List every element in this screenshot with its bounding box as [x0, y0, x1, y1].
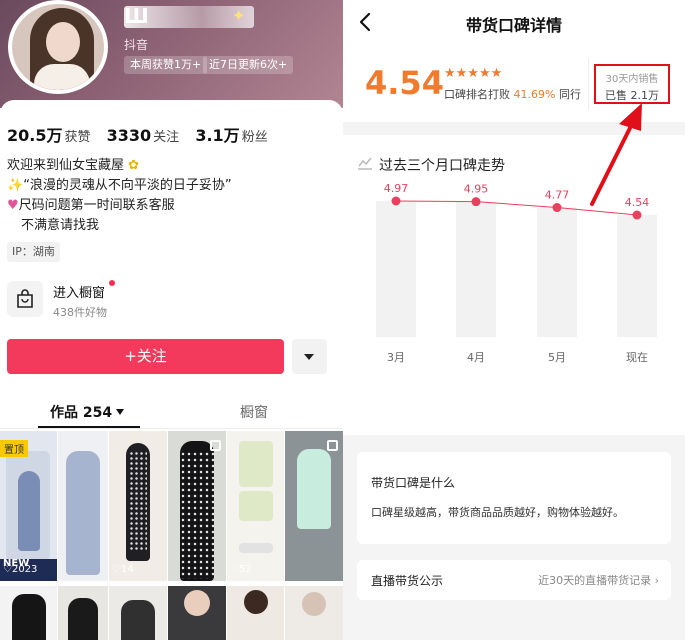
like-count: 14 [112, 564, 134, 575]
video-tile[interactable] [227, 586, 284, 640]
followers-label: 粉丝 [241, 130, 268, 145]
video-tile[interactable]: 52 [227, 431, 284, 581]
bio-line: 欢迎来到仙女宝藏屋 [7, 158, 125, 173]
avatar[interactable] [8, 0, 108, 94]
profile-header: Ш ✦ 抖音 本周获赞1万+ 近7日更新6次+ [0, 0, 343, 108]
chart-bar [537, 207, 577, 337]
video-tile[interactable] [285, 431, 343, 581]
notification-dot [109, 280, 115, 286]
shop-window-entry[interactable]: 进入橱窗 438件好物 [7, 278, 307, 322]
chart-bar [376, 201, 416, 337]
ip-location: IP：湖南 [7, 242, 60, 262]
info-title: 带货口碑是什么 [371, 476, 456, 490]
star-rating-icon: ★★★★★ [444, 66, 503, 81]
tab-window[interactable]: 橱窗 [240, 402, 268, 422]
more-dropdown-button[interactable] [292, 339, 327, 374]
video-tile[interactable] [109, 586, 167, 640]
likes-count[interactable]: 20.5万 [7, 126, 62, 145]
bio-line: 尺码问题第一时间联系客服 [18, 198, 175, 213]
rank-suffix: 同行 [558, 88, 581, 101]
followers-count[interactable]: 3.1万 [195, 126, 239, 145]
video-tile[interactable] [285, 586, 343, 640]
live-record-link[interactable]: 近30天的直播带货记录 › [538, 572, 659, 588]
sales-value: 已售 2.1万 [605, 89, 659, 102]
likes-week-tag: 本周获赞1万+ [124, 56, 208, 74]
caret-down-icon [304, 354, 314, 360]
shop-count: 438件好物 [53, 306, 107, 319]
trend-line [395, 200, 638, 216]
chart-bar [456, 201, 496, 337]
tab-works[interactable]: 作品 254 [50, 402, 125, 422]
x-tick-label: 4月 [467, 351, 485, 364]
sparkle-icon: ✨ [7, 178, 24, 193]
caret-down-icon [116, 409, 125, 415]
nav-bar: 带货口碑详情 [343, 0, 685, 44]
sunflower-icon: ✿ [128, 158, 140, 173]
sparkle-icon: ✦ [232, 6, 246, 25]
trend-card: 过去三个月口碑走势 4.97 3月 4.95 4月 4.77 5月 4.54 现在 [343, 135, 685, 435]
info-description: 口碑星级越高，带货商品品质越好，购物体验越好。 [371, 506, 624, 519]
bio-line: “浪漫的灵魂从不向平淡的日子妥协” [23, 178, 232, 193]
profile-screen: Ш ✦ 抖音 本周获赞1万+ 近7日更新6次+ 20.5万 获赞 3330 关注 3… [0, 0, 343, 640]
stats-row: 20.5万 获赞 3330 关注 3.1万 粉丝 [7, 122, 280, 146]
divider [0, 428, 343, 429]
x-tick-label: 3月 [387, 351, 405, 364]
bio-line: 不满意请找我 [21, 218, 100, 233]
heart-icon: ♥ [7, 198, 19, 213]
rank-percent: 41.69% [513, 88, 556, 101]
video-tile[interactable]: 14 [109, 431, 167, 581]
tab-works-label: 作品 254 [50, 405, 113, 421]
follow-button[interactable]: +关注 [7, 339, 284, 374]
video-grid: NEW 置顶 2023 14 52 [0, 431, 343, 640]
reputation-detail-screen: 带货口碑详情 4.54 ★★★★★ 口碑排名打败 41.69% 同行 30天内销… [343, 0, 685, 640]
divider [588, 58, 589, 110]
rank-prefix: 口碑排名打败 [444, 88, 510, 101]
video-tile[interactable] [0, 586, 57, 640]
rank-text: 口碑排名打败 41.69% 同行 [444, 86, 581, 102]
like-count: 52 [230, 564, 252, 575]
multi-image-icon [210, 440, 221, 451]
following-count[interactable]: 3330 [107, 126, 152, 145]
multi-image-icon [327, 440, 338, 451]
bio: 欢迎来到仙女宝藏屋 ✿ ✨“浪漫的灵魂从不向平淡的日子妥协” ♥尺码问题第一时间… [7, 156, 232, 236]
video-tile[interactable] [58, 586, 108, 640]
data-point [552, 203, 562, 213]
sales-highlight-box: 30天内销售 已售 2.1万 [594, 64, 670, 104]
data-point [391, 196, 401, 206]
live-title: 直播带货公示 [371, 574, 444, 588]
sales-label: 30天内销售 [605, 74, 659, 85]
chart-bar [617, 215, 657, 337]
shop-title: 进入橱窗 [53, 286, 106, 301]
video-tile[interactable] [168, 431, 226, 581]
data-label: 4.54 [625, 196, 650, 209]
data-point [471, 197, 481, 207]
following-label: 关注 [153, 130, 180, 145]
video-tile[interactable] [58, 431, 108, 581]
updates-tag: 近7日更新6次+ [203, 56, 294, 74]
page-title: 带货口碑详情 [465, 16, 562, 35]
info-card: 带货口碑是什么 口碑星级越高，带货商品品质越好，购物体验越好。 [357, 452, 671, 544]
shopping-bag-icon [7, 281, 43, 317]
video-tile[interactable] [168, 586, 226, 640]
like-count: 2023 [3, 564, 37, 575]
data-label: 4.77 [545, 189, 570, 202]
reputation-score: 4.54 [365, 64, 444, 102]
data-label: 4.95 [464, 183, 489, 196]
pinned-badge: 置顶 [0, 440, 28, 457]
x-tick-label: 现在 [626, 351, 648, 364]
platform-label: 抖音 [124, 38, 149, 52]
x-tick-label: 5月 [548, 351, 566, 364]
score-card: 4.54 ★★★★★ 口碑排名打败 41.69% 同行 30天内销售 已售 2.… [343, 44, 685, 122]
likes-label: 获赞 [64, 130, 91, 145]
video-tile[interactable]: NEW 置顶 2023 [0, 431, 57, 581]
trend-chart: 4.97 3月 4.95 4月 4.77 5月 4.54 现在 [376, 182, 657, 364]
live-record-row[interactable]: 直播带货公示 近30天的直播带货记录 › [357, 560, 671, 600]
data-point [632, 210, 642, 220]
data-label: 4.97 [384, 182, 409, 195]
